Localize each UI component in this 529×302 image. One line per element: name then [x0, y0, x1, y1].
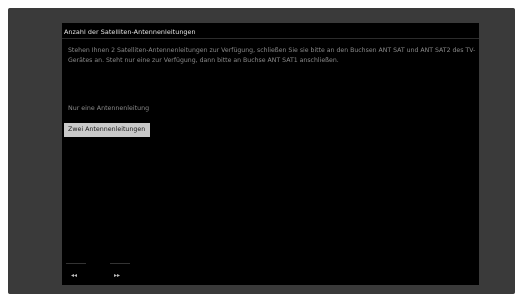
dialog-title: Anzahl der Satelliten-Antennenleitungen	[64, 28, 196, 36]
option-two-antenna-lines[interactable]: Zwei Antennenleitungen	[64, 123, 151, 137]
option-list: Nur eine Antennenleitung Zwei Antennenle…	[62, 101, 479, 137]
footer-nav: ◂◂ ▸▸	[62, 263, 479, 285]
tv-screen: Anzahl der Satelliten-Antennenleitungen …	[62, 23, 479, 285]
footer-divider-right	[110, 263, 130, 264]
back-arrows-icon[interactable]: ◂◂	[71, 272, 77, 280]
footer-divider-left	[66, 263, 86, 264]
title-divider	[62, 38, 479, 39]
option-one-antenna-line[interactable]: Nur eine Antennenleitung	[62, 101, 479, 116]
dialog-description: Stehen Ihnen 2 Satelliten-Antennenleitun…	[68, 47, 476, 65]
forward-arrows-icon[interactable]: ▸▸	[114, 272, 120, 280]
